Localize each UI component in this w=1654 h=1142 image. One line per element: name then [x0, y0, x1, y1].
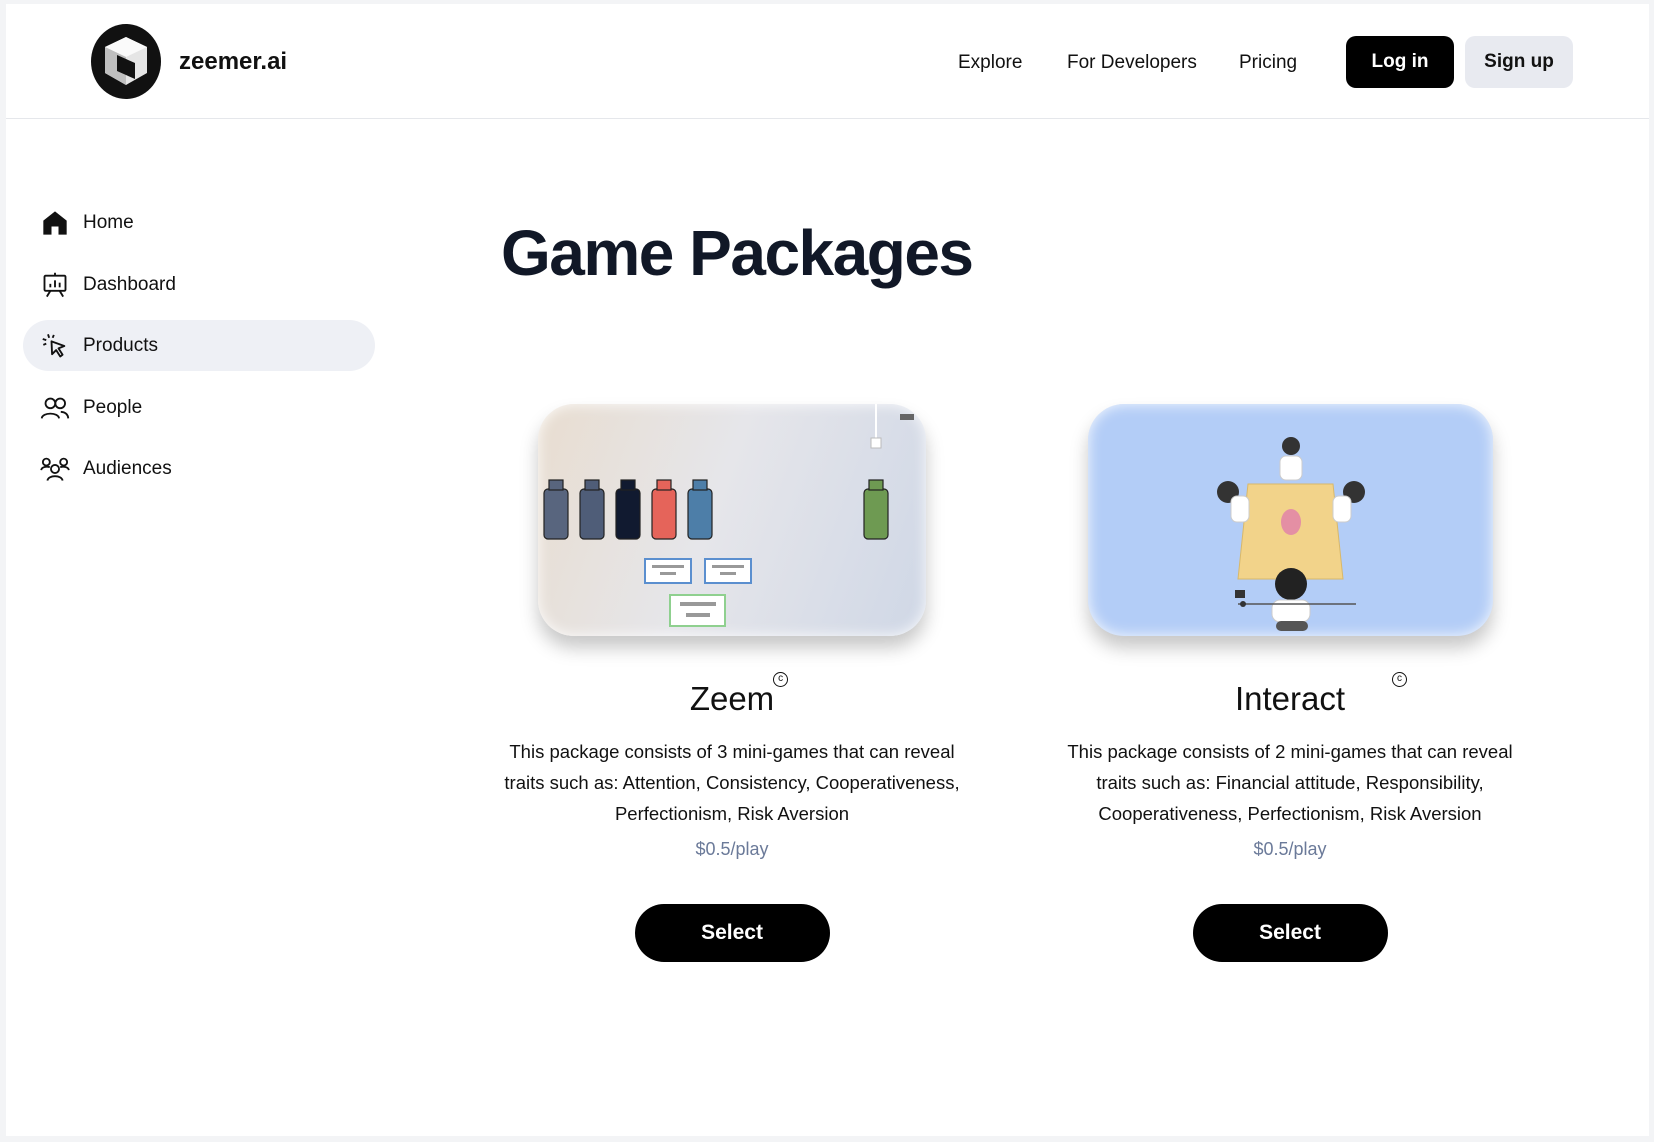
presentation-icon: [39, 269, 71, 301]
app-frame: zeemer.ai Explore For Developers Pricing…: [6, 4, 1649, 1136]
users-icon: [39, 392, 71, 424]
package-name: Interact: [1234, 680, 1346, 717]
package-title: Zeem c: [689, 672, 789, 718]
sidebar-item-label: Home: [83, 211, 134, 233]
copyright-icon: c: [773, 672, 789, 687]
bottles-game-illustration: [543, 404, 914, 627]
package-card-zeem: Zeem c This package consists of 3 mini-g…: [497, 404, 967, 962]
nav-explore[interactable]: Explore: [958, 52, 1022, 74]
select-button[interactable]: Select: [1192, 904, 1388, 962]
sidebar-item-people[interactable]: People: [23, 382, 375, 433]
home-icon: [39, 207, 71, 239]
nav-pricing[interactable]: Pricing: [1239, 52, 1297, 74]
package-price: $0.5/play: [695, 839, 769, 859]
select-button[interactable]: Select: [634, 904, 830, 962]
package-name: Zeem: [689, 680, 775, 717]
sidebar-item-dashboard[interactable]: Dashboard: [23, 259, 375, 310]
sidebar-item-label: Products: [83, 334, 158, 356]
brand-name[interactable]: zeemer.ai: [179, 48, 287, 76]
meeting-table-illustration: [1216, 437, 1365, 631]
sidebar-item-label: People: [83, 396, 143, 418]
cube-logo-icon: [105, 36, 147, 85]
package-description: This package consists of 2 mini-games th…: [1067, 741, 1513, 824]
page-title: Game Packages: [501, 217, 974, 289]
copyright-icon: c: [1392, 672, 1408, 687]
package-price: $0.5/play: [1253, 839, 1327, 859]
sidebar-item-label: Audiences: [83, 457, 172, 479]
sidebar-item-home[interactable]: Home: [23, 197, 375, 248]
login-button[interactable]: Log in: [1346, 36, 1454, 88]
package-card-interact: Interact c This package consists of 2 mi…: [1055, 404, 1525, 962]
zeemer-logo[interactable]: [91, 24, 161, 99]
zeem-game-thumbnail[interactable]: [538, 404, 926, 636]
cursor-click-icon: [39, 330, 71, 362]
sidebar-item-label: Dashboard: [83, 273, 176, 295]
signup-button[interactable]: Sign up: [1465, 36, 1573, 88]
package-title: Interact c: [1234, 672, 1408, 718]
nav-for-developers[interactable]: For Developers: [1067, 52, 1197, 74]
user-group-icon: [39, 453, 71, 485]
package-description: This package consists of 3 mini-games th…: [504, 741, 960, 824]
interact-game-thumbnail[interactable]: [1087, 404, 1493, 636]
top-header: zeemer.ai Explore For Developers Pricing…: [6, 4, 1649, 119]
sidebar-item-products[interactable]: Products: [23, 320, 375, 371]
sidebar-item-audiences[interactable]: Audiences: [23, 443, 375, 494]
